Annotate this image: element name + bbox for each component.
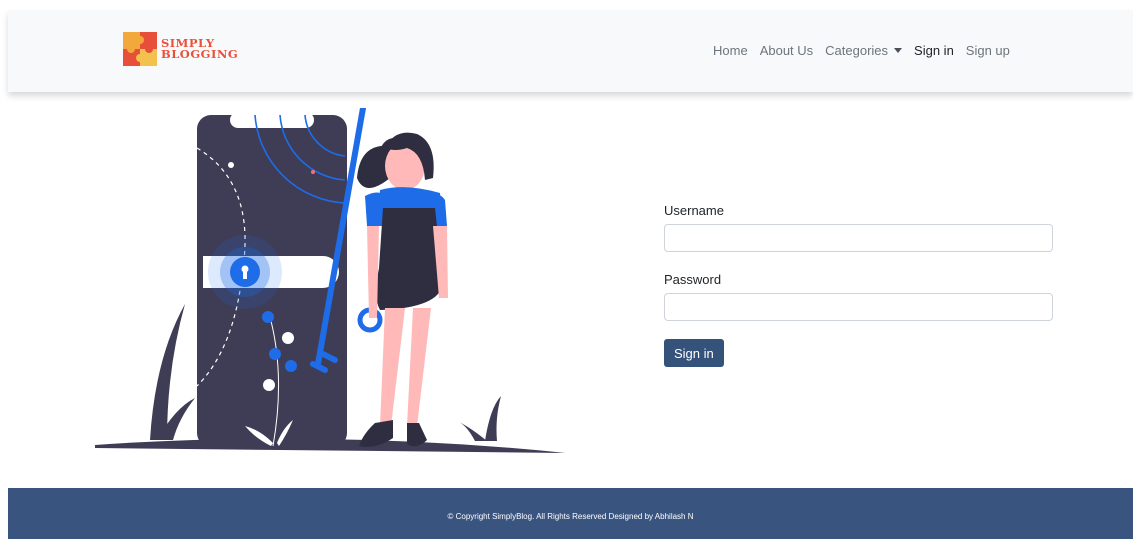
sign-in-button[interactable]: Sign in bbox=[664, 339, 724, 367]
username-input[interactable] bbox=[664, 224, 1053, 252]
nav-categories-dropdown[interactable]: Categories bbox=[825, 43, 903, 58]
brand-link[interactable]: SIMPLY BLOGGING bbox=[123, 32, 238, 66]
nav-about-us[interactable]: About Us bbox=[760, 43, 813, 58]
nav-sign-up[interactable]: Sign up bbox=[966, 43, 1010, 58]
footer-copyright: © Copyright SimplyBlog. All Rights Reser… bbox=[447, 512, 694, 521]
main-nav: Home About Us Categories Sign in Sign up bbox=[713, 43, 1022, 58]
navbar: SIMPLY BLOGGING Home About Us Categories… bbox=[8, 10, 1133, 92]
nav-home[interactable]: Home bbox=[713, 43, 748, 58]
nav-sign-in[interactable]: Sign in bbox=[914, 43, 954, 58]
password-label: Password bbox=[664, 272, 722, 287]
username-label: Username bbox=[664, 203, 724, 218]
login-illustration bbox=[95, 108, 565, 453]
footer: © Copyright SimplyBlog. All Rights Reser… bbox=[8, 488, 1133, 539]
password-input[interactable] bbox=[664, 293, 1053, 321]
caret-down-icon bbox=[894, 48, 903, 53]
puzzle-logo-icon bbox=[123, 32, 157, 66]
sign-in-form: Username Password Sign in bbox=[664, 203, 1053, 367]
brand-line-2: BLOGGING bbox=[161, 47, 239, 61]
nav-categories-label: Categories bbox=[825, 43, 889, 58]
brand-text: SIMPLY BLOGGING bbox=[161, 37, 239, 61]
